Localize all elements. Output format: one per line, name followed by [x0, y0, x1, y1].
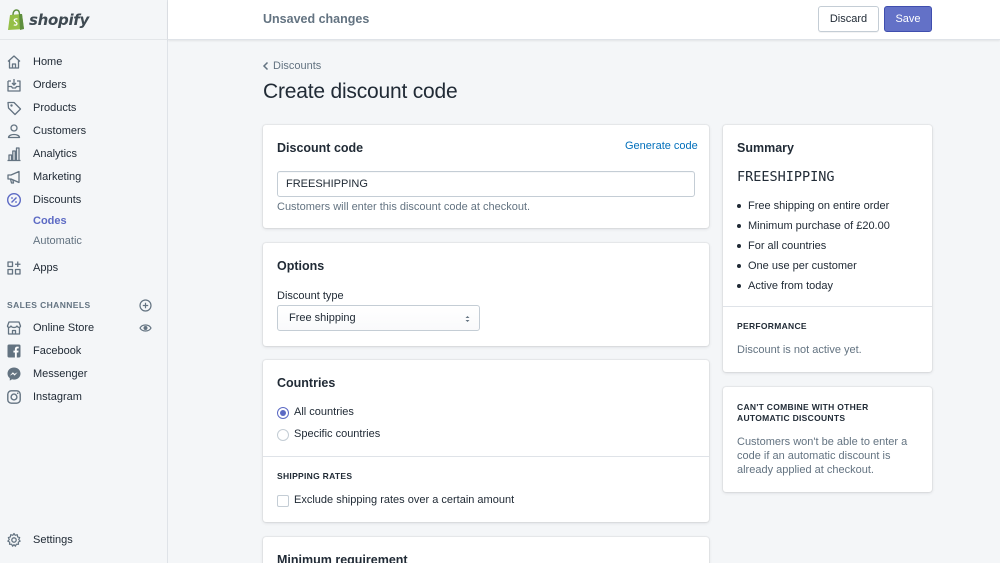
eye-icon[interactable] — [139, 322, 152, 334]
sidebar-item-products[interactable]: Products — [0, 97, 168, 119]
generate-code-link[interactable]: Generate code — [625, 140, 698, 152]
page-title: Create discount code — [263, 80, 458, 103]
sidebar-item-facebook[interactable]: Facebook — [0, 340, 168, 362]
specific-countries-radio[interactable] — [277, 429, 289, 441]
sidebar-item-label: Marketing — [33, 171, 82, 183]
sidebar-item-marketing[interactable]: Marketing — [0, 166, 168, 188]
discount-code-card: Discount code Generate code Customers wi… — [263, 125, 709, 228]
tag-icon — [7, 101, 22, 116]
combine-heading-line2: AUTOMATIC DISCOUNTS — [737, 413, 846, 423]
sidebar-item-label: Settings — [33, 534, 73, 546]
discount-type-value: Free shipping — [289, 312, 356, 324]
home-icon — [7, 55, 21, 69]
combine-text-line1: Customers won't be able to enter a — [737, 436, 908, 448]
minimum-requirement-heading: Minimum requirement — [277, 553, 408, 563]
sidebar-item-orders[interactable]: Orders — [0, 74, 168, 96]
list-item: Minimum purchase of £20.00 — [737, 216, 890, 236]
all-countries-label[interactable]: All countries — [294, 406, 354, 418]
sidebar-item-apps[interactable]: Apps — [0, 257, 168, 279]
exclude-shipping-label[interactable]: Exclude shipping rates over a certain am… — [294, 494, 514, 506]
select-arrows-icon — [465, 316, 470, 322]
combine-text-line2: code if an automatic discount is — [737, 450, 891, 462]
shopify-bag-icon — [8, 9, 24, 30]
options-heading: Options — [277, 259, 325, 273]
sidebar-item-label: Discounts — [33, 194, 82, 206]
messenger-icon — [7, 367, 21, 381]
sidebar-item-label: Analytics — [33, 148, 78, 160]
exclude-shipping-checkbox[interactable] — [277, 495, 289, 507]
list-item: Active from today — [737, 276, 890, 296]
countries-card: Countries All countries Specific countri… — [263, 360, 709, 522]
sidebar-item-home[interactable]: Home — [0, 51, 168, 73]
sidebar-item-label: Instagram — [33, 391, 82, 403]
sidebar-item-instagram[interactable]: Instagram — [0, 386, 168, 408]
discount-code-heading: Discount code — [277, 141, 364, 155]
orders-icon — [7, 79, 21, 92]
sidebar-divider — [0, 39, 168, 40]
sidebar-item-label: Home — [33, 56, 63, 68]
logo-text: shopify — [29, 11, 89, 29]
countries-divider — [263, 456, 709, 457]
discount-icon — [6, 192, 22, 208]
apps-icon — [7, 261, 21, 275]
sales-channels-title: SALES CHANNELS — [7, 300, 91, 310]
sidebar-item-label: Facebook — [33, 345, 82, 357]
sidebar: shopify Home Orders Products Customers A… — [0, 0, 168, 563]
sidebar-item-label: Customers — [33, 125, 87, 137]
sidebar-item-label: Online Store — [33, 322, 95, 334]
sidebar-item-label: Orders — [33, 79, 67, 91]
breadcrumb[interactable]: Discounts — [262, 60, 321, 72]
options-card: Options Discount type Free shipping — [263, 243, 709, 346]
list-item: For all countries — [737, 236, 890, 256]
sidebar-item-customers[interactable]: Customers — [0, 120, 168, 142]
summary-code: FREESHIPPING — [737, 169, 835, 185]
specific-countries-label[interactable]: Specific countries — [294, 428, 380, 440]
instagram-icon — [7, 390, 21, 404]
performance-heading: PERFORMANCE — [737, 321, 807, 331]
sidebar-subitem-codes[interactable]: Codes — [33, 215, 67, 227]
megaphone-icon — [7, 170, 20, 184]
top-bar: Unsaved changes Discard Save — [168, 0, 1000, 40]
sidebar-item-label: Messenger — [33, 368, 88, 380]
discard-button[interactable]: Discard — [818, 6, 879, 32]
discount-type-select[interactable]: Free shipping — [277, 305, 480, 331]
shipping-rates-heading: SHIPPING RATES — [277, 471, 353, 481]
person-icon — [7, 124, 21, 139]
breadcrumb-label: Discounts — [273, 60, 322, 72]
sidebar-item-discounts[interactable]: Discounts — [0, 189, 168, 211]
discount-code-input[interactable] — [277, 171, 695, 197]
minimum-requirement-card: Minimum requirement — [263, 537, 709, 563]
combine-text-line3: already applied at checkout. — [737, 464, 874, 476]
list-item: Free shipping on entire order — [737, 196, 890, 216]
sidebar-item-analytics[interactable]: Analytics — [0, 143, 168, 165]
all-countries-radio[interactable] — [277, 407, 289, 419]
list-item: One use per customer — [737, 256, 890, 276]
performance-text: Discount is not active yet. — [737, 344, 862, 356]
discount-code-help: Customers will enter this discount code … — [277, 201, 531, 213]
save-button[interactable]: Save — [884, 6, 932, 32]
summary-card: Summary FREESHIPPING Free shipping on en… — [723, 125, 932, 372]
sidebar-item-messenger[interactable]: Messenger — [0, 363, 168, 385]
facebook-icon — [7, 344, 21, 358]
summary-list: Free shipping on entire order Minimum pu… — [737, 196, 890, 296]
sidebar-item-label: Products — [33, 102, 77, 114]
unsaved-changes-title: Unsaved changes — [263, 12, 370, 26]
countries-heading: Countries — [277, 376, 336, 390]
sidebar-item-label: Apps — [33, 262, 59, 274]
chevron-left-icon — [262, 61, 269, 71]
combine-card: CAN'T COMBINE WITH OTHER AUTOMATIC DISCO… — [723, 387, 932, 492]
store-icon — [6, 321, 22, 335]
sidebar-subitem-automatic[interactable]: Automatic — [33, 235, 82, 247]
summary-divider — [723, 306, 932, 307]
sidebar-item-settings[interactable]: Settings — [0, 529, 168, 551]
add-channel-icon[interactable] — [139, 299, 152, 312]
gear-icon — [7, 532, 21, 547]
bar-chart-icon — [7, 147, 21, 162]
discount-type-label: Discount type — [277, 290, 344, 302]
shopify-logo[interactable]: shopify — [7, 8, 89, 32]
summary-heading: Summary — [737, 141, 794, 155]
